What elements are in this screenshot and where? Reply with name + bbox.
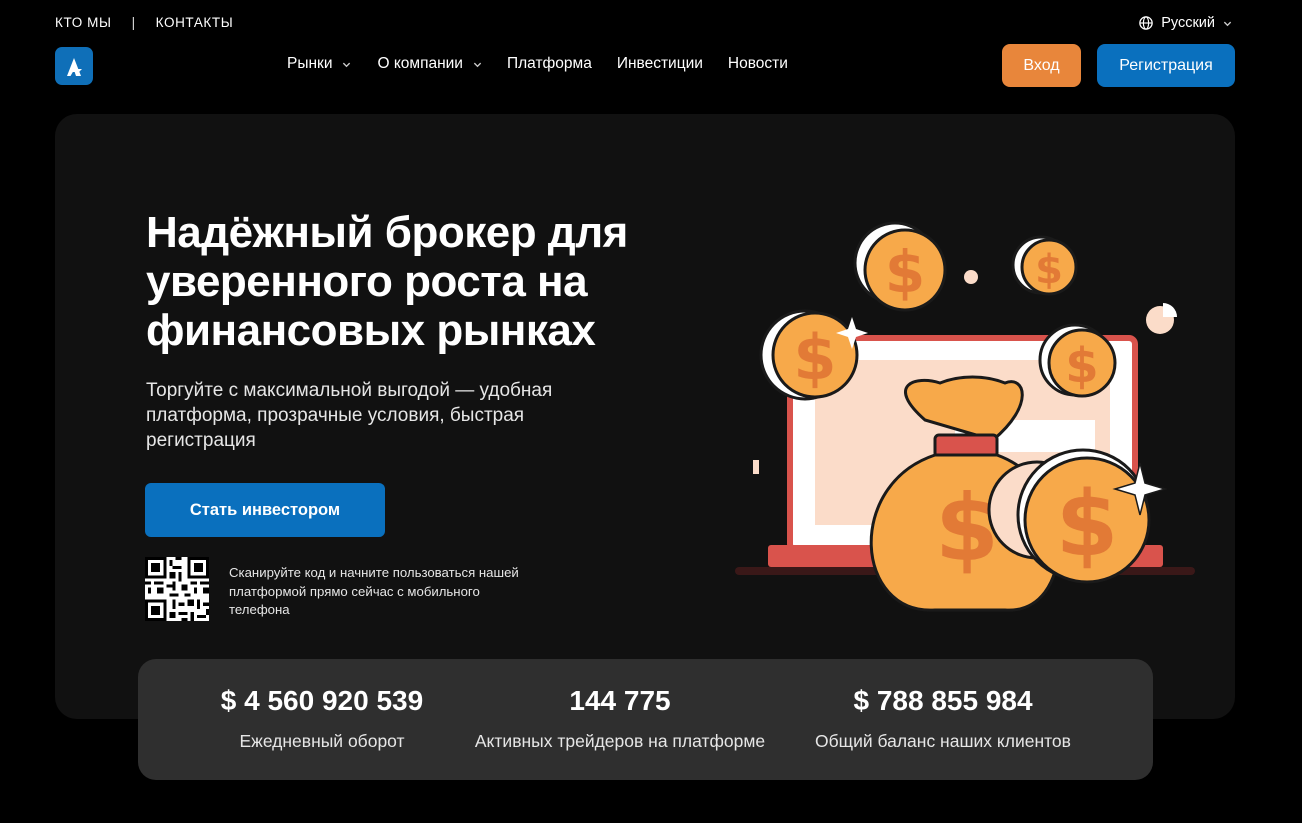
money-illustration: $ $ $ $ $ $ [735, 221, 1195, 612]
globe-icon [1139, 16, 1153, 30]
coin-icon: $ [759, 309, 859, 401]
nav-company[interactable]: О компании [377, 55, 482, 73]
svg-text:$: $ [793, 321, 836, 394]
language-label: Русский [1161, 15, 1215, 31]
main-nav: Рынки О компании Платформа Инвестиции Но… [287, 55, 813, 73]
stat-label: Активных трейдеров на платформе [474, 731, 766, 751]
top-links: КТО МЫ | КОНТАКТЫ [55, 15, 233, 30]
stat-active-traders: 144 775 Активных трейдеров на платформе [460, 685, 780, 752]
nav-news[interactable]: Новости [728, 55, 788, 73]
nav-markets-label: Рынки [287, 55, 333, 72]
chevron-down-icon [473, 62, 482, 67]
stat-value: $ 788 855 984 [853, 685, 1033, 716]
svg-text:$: $ [1056, 472, 1119, 577]
logo-mark-icon [67, 58, 82, 76]
coin-icon: $ [853, 221, 947, 312]
nav-markets[interactable]: Рынки [287, 55, 351, 73]
stats-bar: $ 4 560 920 539 Ежедневный оборот 144 77… [138, 659, 1153, 780]
svg-text:$: $ [1035, 247, 1063, 293]
register-button[interactable]: Регистрация [1097, 44, 1235, 87]
coin-icon: $ [1011, 235, 1078, 296]
nav-company-label: О компании [377, 55, 463, 72]
contacts-link[interactable]: КОНТАКТЫ [156, 15, 234, 30]
stat-value: $ 4 560 920 539 [220, 685, 424, 716]
nav-platform[interactable]: Платформа [507, 55, 592, 73]
qr-description: Сканируйте код и начните пользоваться на… [229, 565, 519, 617]
chevron-down-icon [1223, 21, 1232, 26]
chevron-down-icon [343, 62, 351, 67]
become-investor-button[interactable]: Стать инвестором [145, 483, 385, 537]
stat-label: Общий баланс наших клиентов [815, 731, 1071, 751]
pie-decor-icon [1146, 303, 1177, 334]
stat-daily-turnover: $ 4 560 920 539 Ежедневный оборот [198, 685, 446, 752]
svg-text:$: $ [1065, 338, 1098, 394]
about-link[interactable]: КТО МЫ [55, 15, 112, 30]
qr-code[interactable] [145, 557, 209, 621]
decor-bar [753, 460, 759, 474]
login-button[interactable]: Вход [1002, 44, 1081, 87]
svg-text:$: $ [935, 475, 999, 582]
top-links-separator: | [131, 15, 136, 30]
stat-label: Ежедневный оборот [239, 731, 405, 751]
language-selector[interactable]: Русский [1139, 15, 1232, 31]
decor-dot [964, 270, 978, 284]
brand-logo[interactable] [55, 47, 93, 85]
hero-subtitle: Торгуйте с максимальной выгодой — удобна… [146, 380, 553, 451]
stat-client-balance: $ 788 855 984 Общий баланс наших клиенто… [798, 685, 1088, 752]
hero-title: Надёжный брокер для уверенного роста на … [146, 208, 628, 355]
nav-investments[interactable]: Инвестиции [617, 55, 703, 73]
svg-text:$: $ [885, 238, 925, 306]
stat-value: 144 775 [569, 685, 671, 716]
